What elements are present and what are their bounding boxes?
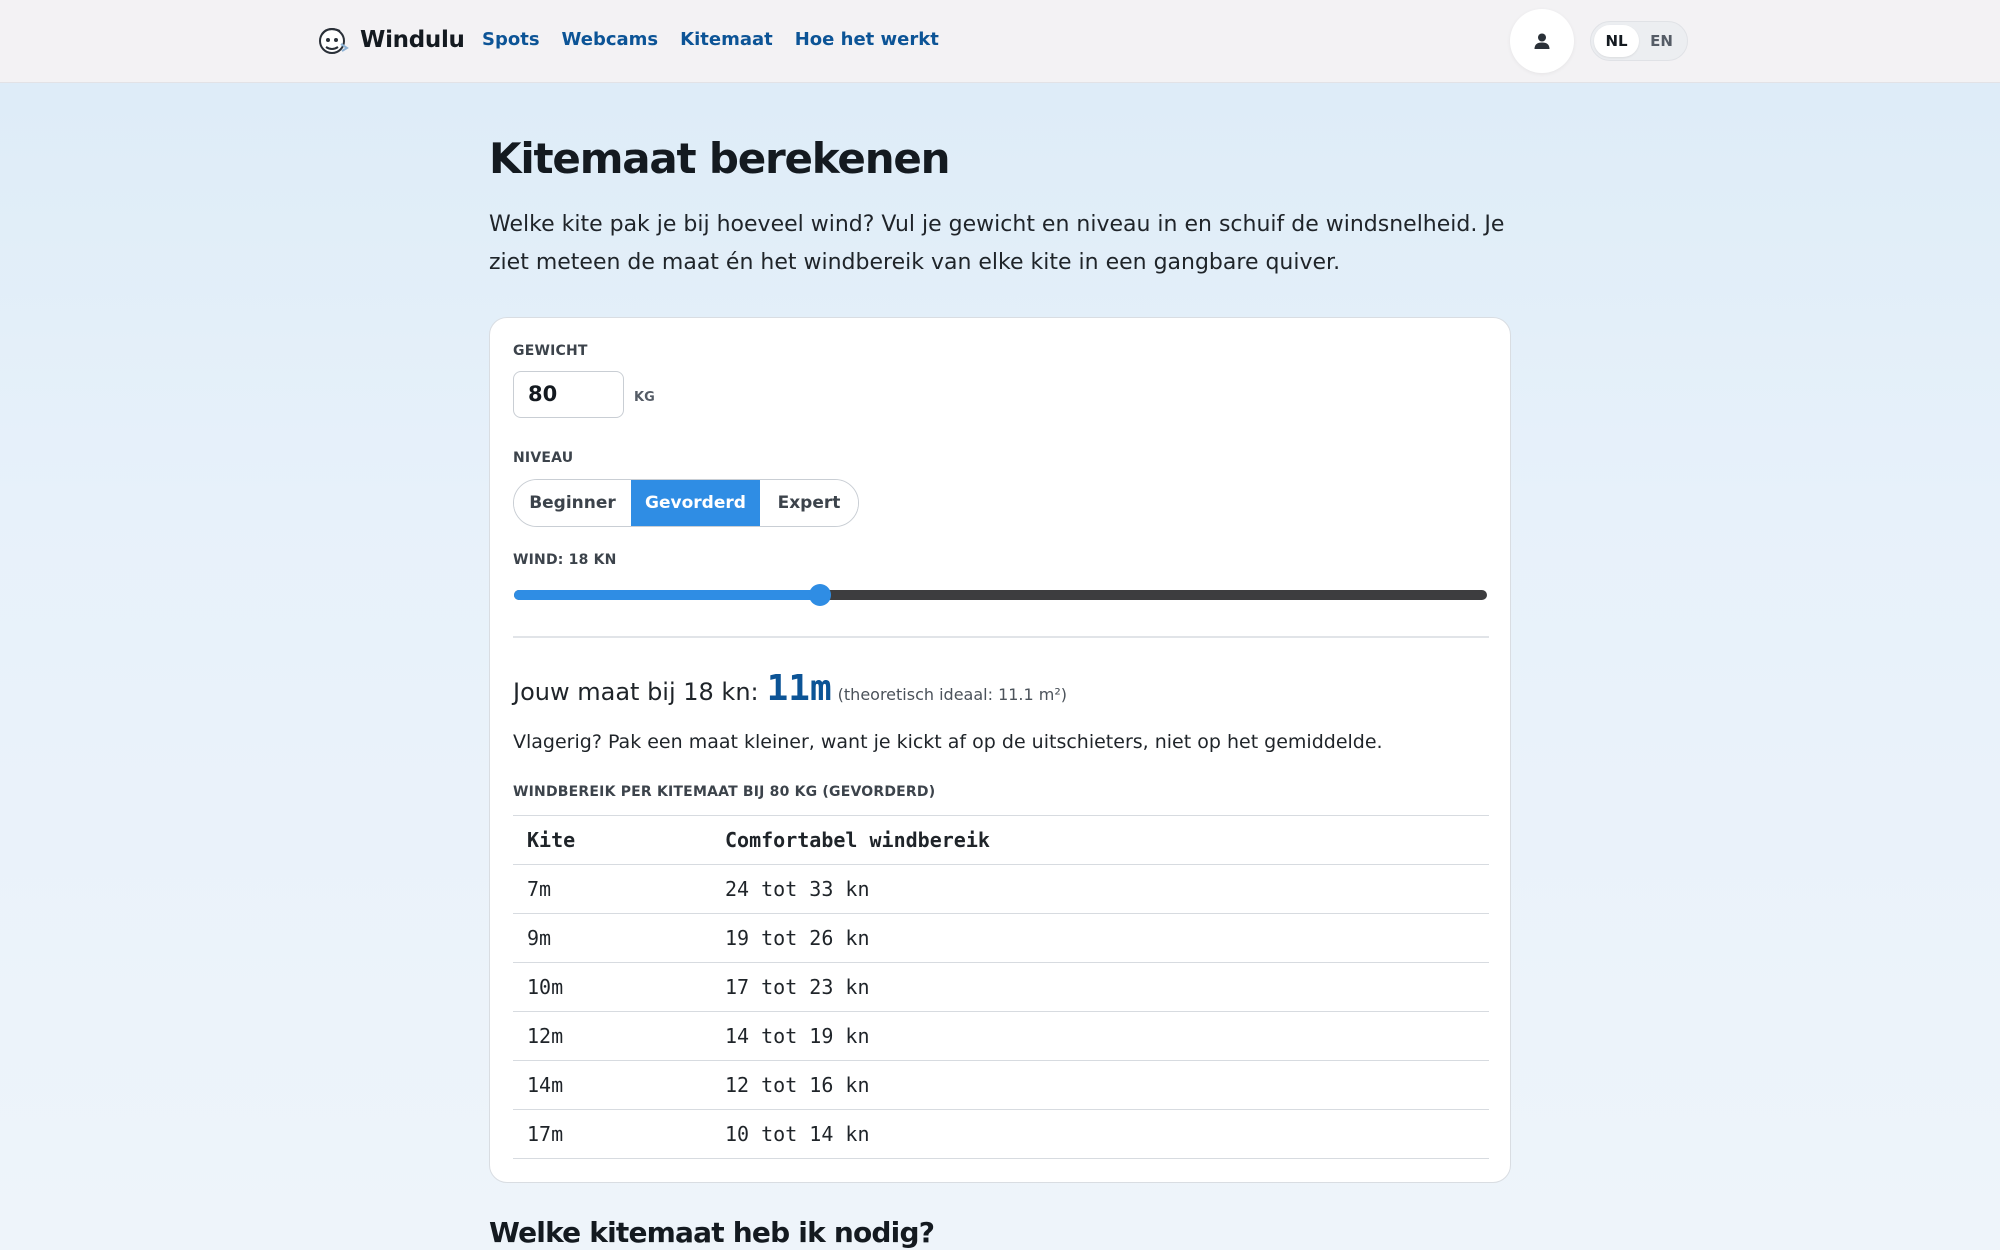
level-label: NIVEAU bbox=[513, 450, 574, 466]
table-row: 14m 12 tot 16 kn bbox=[513, 1060, 1489, 1110]
weight-label: GEWICHT bbox=[513, 343, 588, 359]
nav-hoe-het-werkt[interactable]: Hoe het werkt bbox=[795, 29, 939, 50]
main-nav: Spots Webcams Kitemaat Hoe het werkt bbox=[482, 29, 939, 50]
wind-range-cell: 12 tot 16 kn bbox=[711, 1060, 1489, 1110]
lang-en[interactable]: EN bbox=[1639, 25, 1684, 57]
account-button[interactable] bbox=[1510, 9, 1574, 73]
intro-text: Welke kite pak je bij hoeveel wind? Vul … bbox=[489, 212, 1505, 275]
result-label: Jouw maat bij 18 kn: bbox=[513, 678, 759, 706]
kite-size-cell: 10m bbox=[513, 962, 711, 1012]
weight-unit: KG bbox=[634, 390, 655, 405]
windulu-logo-icon bbox=[319, 28, 349, 54]
wind-slider-fill bbox=[514, 590, 821, 600]
kite-size-cell: 7m bbox=[513, 864, 711, 914]
wind-range-cell: 19 tot 26 kn bbox=[711, 913, 1489, 963]
table-row: 17m 10 tot 14 kn bbox=[513, 1109, 1489, 1159]
result-note: (theoretisch ideaal: 11.1 m²) bbox=[837, 685, 1068, 704]
wind-range-cell: 10 tot 14 kn bbox=[711, 1109, 1489, 1159]
brand-logo[interactable]: Windulu bbox=[314, 22, 465, 58]
kite-size-cell: 12m bbox=[513, 1011, 711, 1061]
table-row: 12m 14 tot 19 kn bbox=[513, 1011, 1489, 1061]
gust-tip: Vlagerig? Pak een maat kleiner, want je … bbox=[513, 731, 1383, 753]
weight-input[interactable]: 80 bbox=[513, 371, 624, 418]
kite-size-cell: 14m bbox=[513, 1060, 711, 1110]
calculator-card: GEWICHT 80 KG NIVEAU Beginner Gevorderd … bbox=[489, 317, 1511, 1183]
language-switch: NL EN bbox=[1590, 21, 1688, 61]
column-header-range: Comfortabel windbereik bbox=[711, 815, 1489, 865]
wind-range-cell: 24 tot 33 kn bbox=[711, 864, 1489, 914]
table-header-row: Kite Comfortabel windbereik bbox=[513, 815, 1489, 865]
divider bbox=[513, 636, 1489, 638]
level-expert[interactable]: Expert bbox=[760, 480, 858, 526]
wind-slider[interactable] bbox=[514, 584, 1487, 606]
kite-size-cell: 17m bbox=[513, 1109, 711, 1159]
nav-spots[interactable]: Spots bbox=[482, 29, 540, 50]
nav-webcams[interactable]: Webcams bbox=[562, 29, 659, 50]
wind-range-table: Kite Comfortabel windbereik 7m 24 tot 33… bbox=[513, 815, 1489, 1159]
nav-kitemaat[interactable]: Kitemaat bbox=[680, 29, 773, 50]
site-header: Windulu Spots Webcams Kitemaat Hoe het w… bbox=[0, 0, 2000, 83]
table-row: 10m 17 tot 23 kn bbox=[513, 962, 1489, 1012]
table-row: 9m 19 tot 26 kn bbox=[513, 913, 1489, 963]
result-line: Jouw maat bij 18 kn: 11m (theoretisch id… bbox=[513, 668, 1067, 709]
level-selector: Beginner Gevorderd Expert bbox=[513, 479, 859, 527]
brand-name: Windulu bbox=[360, 27, 465, 53]
lang-nl[interactable]: NL bbox=[1594, 25, 1639, 57]
wind-slider-thumb[interactable] bbox=[809, 584, 832, 606]
section-heading: Welke kitemaat heb ik nodig? bbox=[489, 1216, 935, 1249]
column-header-kite: Kite bbox=[513, 815, 711, 865]
wind-range-cell: 14 tot 19 kn bbox=[711, 1011, 1489, 1061]
kite-size-cell: 9m bbox=[513, 913, 711, 963]
wind-label: WIND: 18 KN bbox=[513, 552, 617, 568]
wind-range-cell: 17 tot 23 kn bbox=[711, 962, 1489, 1012]
user-icon bbox=[1534, 33, 1550, 49]
level-beginner[interactable]: Beginner bbox=[514, 480, 631, 526]
level-gevorderd[interactable]: Gevorderd bbox=[631, 480, 760, 526]
table-caption: WINDBEREIK PER KITEMAAT BIJ 80 KG (GEVOR… bbox=[513, 784, 936, 800]
result-size: 11m bbox=[766, 668, 832, 709]
page-title: Kitemaat berekenen bbox=[489, 134, 951, 183]
table-row: 7m 24 tot 33 kn bbox=[513, 864, 1489, 914]
